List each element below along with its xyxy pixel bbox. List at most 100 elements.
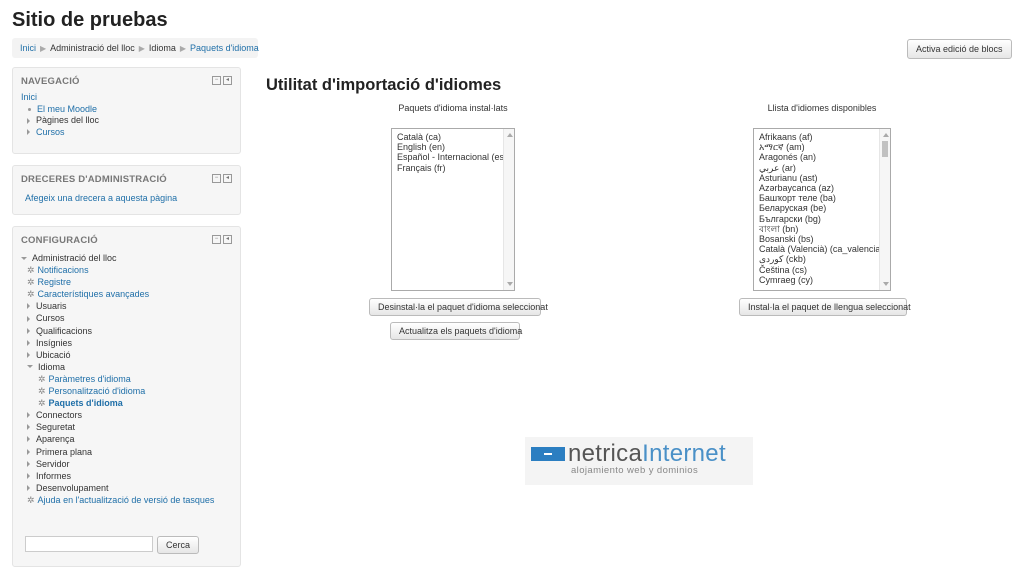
install-language-pack-button[interactable]: Instal·la el paquet de llengua seleccion… [739, 298, 911, 316]
scroll-down-arrow-icon[interactable] [507, 282, 513, 286]
settings-grades[interactable]: Qualificacions [21, 325, 214, 337]
settings-location[interactable]: Ubicació [21, 349, 214, 361]
collapse-icon[interactable]: − [212, 235, 221, 244]
settings-block-title: CONFIGURACIÓ [21, 235, 98, 246]
expand-arrow-icon [27, 327, 30, 334]
gear-icon: ✲ [38, 398, 46, 409]
list-item[interactable]: Čeština (cs) [759, 265, 878, 275]
nav-courses-label: Cursos [36, 126, 65, 137]
netrica-logo-mark-icon [531, 447, 565, 461]
add-shortcut-link[interactable]: Afegeix una drecera a aquesta pàgina [25, 193, 177, 203]
nav-my-moodle[interactable]: El meu Moodle [21, 104, 99, 116]
list-item[interactable]: Español - Internacional (es) [397, 152, 507, 162]
settings-appearance[interactable]: Aparença [21, 433, 214, 445]
logo-word1: netrica [568, 440, 643, 467]
list-item[interactable]: Afrikaans (af) [759, 132, 878, 142]
nav-courses[interactable]: Cursos [21, 127, 99, 139]
dock-icon[interactable]: ◂ [223, 174, 232, 183]
settings-language-packs-label: Paquets d'idioma [48, 398, 123, 409]
settings-grades-label: Qualificacions [36, 325, 93, 336]
installed-packs-list[interactable]: Català (ca) English (en) Español - Inter… [391, 128, 515, 291]
settings-appearance-label: Aparença [36, 434, 75, 445]
gear-icon: ✲ [38, 373, 46, 384]
list-item[interactable]: English (en) [397, 142, 502, 152]
settings-site-admin[interactable]: Administració del lloc [21, 252, 214, 264]
settings-search-input[interactable] [25, 536, 153, 552]
list-item[interactable]: Bosanski (bs) [759, 234, 878, 244]
scroll-up-arrow-icon[interactable] [507, 133, 513, 137]
settings-notifications[interactable]: ✲ Notificacions [21, 264, 214, 276]
list-item[interactable]: Français (fr) [397, 163, 502, 173]
settings-server[interactable]: Servidor [21, 458, 214, 470]
gear-icon: ✲ [27, 277, 35, 288]
list-item[interactable]: عربي (ar) [759, 163, 878, 173]
enable-block-editing-button[interactable]: Activa edició de blocs [907, 39, 1012, 59]
collapse-arrow-icon [21, 256, 27, 260]
collapse-icon[interactable]: − [212, 76, 221, 85]
settings-front-page[interactable]: Primera plana [21, 446, 214, 458]
settings-development[interactable]: Desenvolupament [21, 482, 214, 494]
settings-users[interactable]: Usuaris [21, 300, 214, 312]
expand-arrow-icon [27, 472, 30, 479]
settings-registration[interactable]: ✲ Registre [21, 276, 214, 288]
scroll-down-arrow-icon[interactable] [883, 282, 889, 286]
breadcrumb-site-admin[interactable]: Administració del lloc [50, 43, 135, 53]
list-item[interactable]: Башҡорт теле (ba) [759, 193, 878, 203]
settings-advanced-features[interactable]: ✲ Característiques avançades [21, 288, 214, 300]
list-item[interactable]: Български (bg) [759, 214, 878, 224]
nav-site-pages[interactable]: Pàgines del lloc [21, 115, 99, 127]
navigation-block-title: NAVEGACIÓ [21, 76, 80, 87]
breadcrumb-separator-icon: ▶ [138, 43, 145, 53]
settings-language[interactable]: Idioma [21, 361, 214, 373]
list-item[interactable]: Català (Valencià) (ca_valencia) [759, 244, 883, 254]
settings-language-packs[interactable]: ✲ Paquets d'idioma [21, 397, 214, 409]
list-item[interactable]: Беларуская (be) [759, 203, 878, 213]
uninstall-language-pack-button[interactable]: Desinstal·la el paquet d'idioma seleccio… [369, 298, 548, 316]
installed-list-scrollbar[interactable] [503, 129, 514, 290]
bullet-icon [28, 107, 31, 111]
dock-icon[interactable]: ◂ [223, 76, 232, 85]
settings-security[interactable]: Seguretat [21, 421, 214, 433]
settings-language-customisation[interactable]: ✲ Personalització d'idioma [21, 385, 214, 397]
settings-language-settings[interactable]: ✲ Paràmetres d'idioma [21, 373, 214, 385]
settings-plugins[interactable]: Connectors [21, 409, 214, 421]
expand-arrow-icon [27, 484, 30, 491]
list-item[interactable]: کوردی (ckb) [759, 254, 878, 264]
collapse-arrow-icon [27, 365, 33, 369]
logo-tagline: alojamiento web y dominios [571, 465, 699, 476]
settings-search-button[interactable]: Cerca [157, 536, 200, 554]
update-language-packs-button[interactable]: Actualitza els paquets d'idioma [390, 322, 522, 340]
gear-icon: ✲ [27, 289, 35, 300]
scroll-thumb[interactable] [882, 141, 888, 157]
settings-reports-label: Informes [36, 470, 72, 481]
collapse-icon[interactable]: − [212, 174, 221, 183]
breadcrumb-language-packs[interactable]: Paquets d'idioma [190, 43, 259, 53]
settings-upgrade-help-label: Ajuda en l'actualització de versió de ta… [37, 494, 215, 505]
list-item[interactable]: Català (ca) [397, 132, 502, 142]
list-item[interactable]: Cymraeg (cy) [759, 275, 878, 285]
nav-my-moodle-label: El meu Moodle [37, 103, 98, 114]
breadcrumb-language[interactable]: Idioma [149, 43, 176, 53]
settings-reports[interactable]: Informes [21, 470, 214, 482]
settings-badges-label: Insígnies [36, 337, 73, 348]
gear-icon: ✲ [27, 265, 35, 276]
list-item[interactable]: Aragonés (an) [759, 152, 878, 162]
settings-badges[interactable]: Insígnies [21, 337, 214, 349]
netrica-logo: netricaInternet alojamiento web y domini… [525, 437, 753, 485]
list-item[interactable]: Asturianu (ast) [759, 173, 878, 183]
nav-home-link[interactable]: Inici [21, 92, 99, 104]
dock-icon[interactable]: ◂ [223, 235, 232, 244]
expand-arrow-icon [27, 315, 30, 322]
list-item[interactable]: አማርኛ (am) [759, 142, 878, 152]
breadcrumb-separator-icon: ▶ [40, 43, 47, 53]
list-item[interactable]: বাংলা (bn) [759, 224, 878, 234]
breadcrumb-home-link[interactable]: Inici [20, 43, 36, 53]
list-item[interactable]: Azərbaycanca (az) [759, 183, 878, 193]
settings-search: Cerca [25, 536, 200, 554]
scroll-up-arrow-icon[interactable] [883, 133, 889, 137]
settings-courses[interactable]: Cursos [21, 312, 214, 324]
available-languages-list[interactable]: Afrikaans (af) አማርኛ (am) Aragonés (an) ع… [753, 128, 891, 291]
available-list-scrollbar[interactable] [879, 129, 890, 290]
settings-upgrade-help[interactable]: ✲ Ajuda en l'actualització de versió de t… [21, 494, 214, 506]
settings-server-label: Servidor [36, 458, 70, 469]
